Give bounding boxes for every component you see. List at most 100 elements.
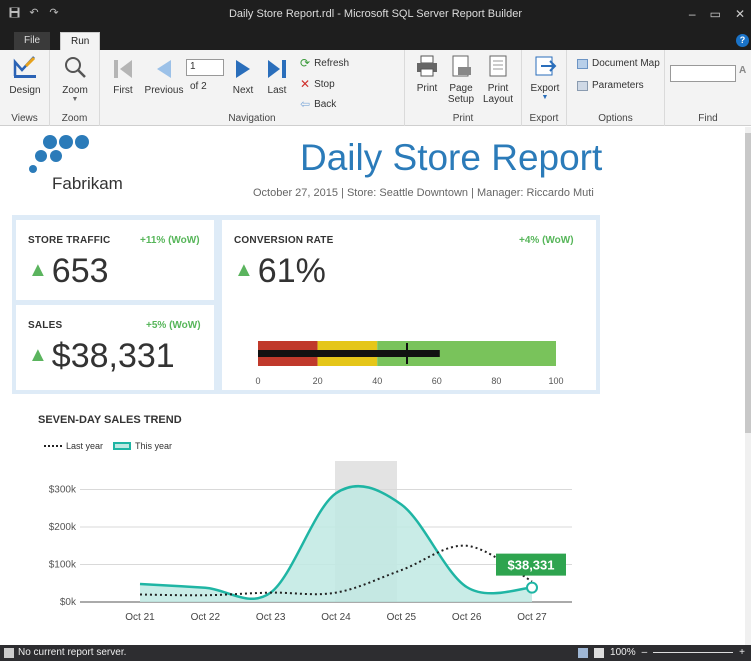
first-page-button[interactable]: First — [110, 58, 136, 96]
kpi-value: ▲ 61% — [234, 252, 326, 291]
server-icon — [4, 647, 14, 658]
legend-last-year-label: Last year — [66, 441, 104, 451]
previous-page-button[interactable]: Previous — [144, 58, 184, 96]
previous-label: Previous — [144, 85, 184, 96]
find-input[interactable] — [670, 65, 736, 82]
x-tick-label: Oct 22 — [191, 612, 221, 623]
y-tick-label: $0k — [60, 597, 77, 608]
print-layout-label-2: Layout — [482, 94, 514, 105]
kpi-value-text: 653 — [51, 252, 109, 290]
legend-this-year-swatch — [113, 442, 132, 450]
document-map-icon — [577, 58, 588, 69]
trend-up-icon: ▲ — [28, 344, 48, 366]
page-setup-button[interactable]: Page Setup — [445, 54, 477, 105]
vertical-scrollbar[interactable] — [745, 127, 751, 645]
report-subtitle: October 27, 2015 | Store: Seattle Downto… — [253, 187, 594, 199]
kpi-wow: +5% (WoW) — [146, 320, 201, 331]
next-page-icon — [230, 58, 256, 83]
printer-icon — [413, 54, 441, 81]
close-icon[interactable]: ✕ — [735, 7, 745, 21]
page-count-label: of 2 — [190, 81, 207, 92]
this-year-point — [526, 581, 538, 594]
print-view-icon[interactable] — [594, 647, 605, 658]
group-label-zoom: Zoom — [61, 113, 88, 124]
trend-up-icon: ▲ — [234, 259, 254, 281]
kpi-wow: +11% (WoW) — [140, 235, 200, 246]
export-button[interactable]: Export ▼ — [527, 54, 563, 101]
y-tick-label: $300k — [49, 485, 77, 496]
next-label: Next — [232, 85, 254, 96]
group-label-print: Print — [452, 113, 474, 124]
ribbon: Design Views Zoom ▼ Zoom First Previous … — [0, 50, 751, 126]
kpi-value: ▲ 653 — [28, 252, 109, 291]
group-label-navigation: Navigation — [228, 113, 276, 124]
kpi-panel: STORE TRAFFIC +11% (WoW) ▲ 653 SALES +5% … — [12, 215, 600, 394]
kpi-conversion-rate: CONVERSION RATE +4% (WoW) ▲ 61% 0 20 40 60 80… — [222, 220, 596, 390]
minimize-icon[interactable]: – — [689, 7, 696, 21]
legend-last-year-swatch — [44, 445, 62, 447]
maximize-icon[interactable]: ▭ — [710, 7, 721, 21]
title-bar: ↶ ↷ Daily Store Report.rdl - Microsoft S… — [0, 0, 751, 30]
trend-up-icon: ▲ — [28, 259, 48, 281]
previous-page-icon — [144, 58, 184, 83]
x-tick-label: Oct 24 — [321, 612, 351, 623]
tab-file[interactable]: File — [14, 32, 51, 50]
print-layout-icon — [481, 54, 515, 81]
zoom-level: 100% — [610, 647, 636, 658]
x-tick-label: Oct 21 — [125, 612, 155, 623]
x-tick-label: Oct 26 — [452, 612, 482, 623]
design-button[interactable]: Design — [6, 54, 44, 96]
parameters-button[interactable]: Parameters — [577, 80, 644, 91]
window-title: Daily Store Report.rdl - Microsoft SQL S… — [228, 8, 523, 20]
trend-title: SEVEN-DAY SALES TREND — [38, 414, 182, 426]
page-number-input[interactable]: 1 — [186, 59, 224, 76]
zoom-in-icon[interactable]: + — [739, 647, 745, 658]
x-tick-label: Oct 25 — [387, 612, 417, 623]
last-page-icon — [264, 58, 290, 83]
zoom-slider[interactable] — [653, 652, 734, 653]
export-icon — [527, 54, 563, 81]
kpi-value: ▲ $38,331 — [28, 337, 175, 376]
magnifier-icon — [58, 54, 92, 83]
document-map-button[interactable]: Document Map — [577, 58, 660, 69]
first-page-icon — [110, 58, 136, 83]
stop-button[interactable]: ✕ Stop — [300, 77, 335, 91]
refresh-button[interactable]: ⟳ Refresh — [300, 56, 349, 70]
back-button[interactable]: ⇦ Back — [300, 97, 336, 111]
chart-legend: Last year This year — [44, 441, 172, 451]
gauge-tick-label: 40 — [372, 376, 382, 386]
group-label-views: Views — [11, 113, 38, 124]
group-zoom: Zoom ▼ Zoom — [50, 50, 100, 126]
tab-run[interactable]: Run — [60, 32, 101, 50]
gauge-target-marker — [406, 343, 408, 364]
parameters-icon — [577, 80, 588, 91]
find-next-icon[interactable]: A — [739, 65, 746, 76]
group-label-export: Export — [529, 113, 559, 124]
page-view-icon[interactable] — [578, 647, 589, 658]
group-navigation: First Previous 1 of 2 Next Last ⟳ Refres… — [100, 50, 405, 126]
print-button[interactable]: Print — [413, 54, 441, 94]
help-icon[interactable]: ? — [736, 34, 749, 47]
status-text: No current report server. — [18, 647, 127, 658]
report-title: Daily Store Report — [300, 137, 603, 178]
stop-label: Stop — [314, 78, 335, 90]
window-controls: – ▭ ✕ — [689, 7, 745, 21]
last-page-button[interactable]: Last — [264, 58, 290, 96]
kpi-sales: SALES +5% (WoW) ▲ $38,331 — [16, 305, 214, 390]
print-layout-button[interactable]: Print Layout — [481, 54, 515, 105]
kpi-wow: +4% (WoW) — [519, 235, 574, 246]
print-label: Print — [416, 83, 438, 94]
refresh-icon: ⟳ — [300, 56, 311, 70]
y-tick-label: $100k — [49, 560, 77, 571]
value-callout-label: $38,331 — [508, 558, 555, 573]
next-page-button[interactable]: Next — [230, 58, 256, 96]
zoom-out-icon[interactable]: – — [642, 647, 648, 658]
back-icon: ⇦ — [300, 97, 311, 111]
scrollbar-thumb[interactable] — [745, 133, 751, 433]
group-find: A Find — [665, 50, 751, 126]
zoom-button[interactable]: Zoom ▼ — [58, 54, 92, 103]
bullet-gauge: 0 20 40 60 80 100 — [255, 341, 564, 386]
group-views: Design Views — [0, 50, 50, 126]
back-label: Back — [314, 98, 337, 110]
parameters-label: Parameters — [592, 80, 644, 91]
